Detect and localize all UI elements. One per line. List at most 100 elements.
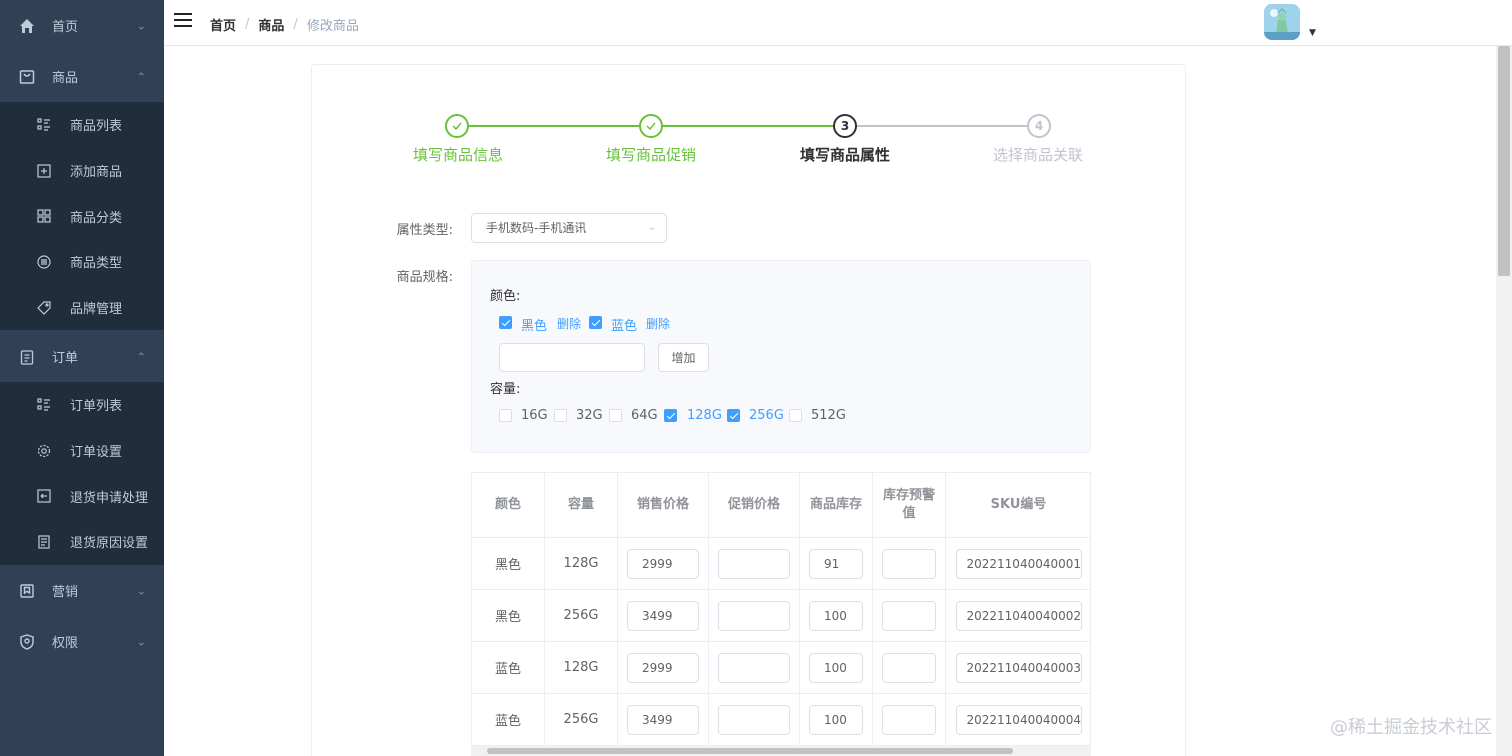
goods-submenu: 商品列表 添加商品 商品分类 商品类型 品牌管理 — [0, 102, 164, 331]
table-header-stock: 商品库存 — [800, 473, 873, 538]
watermark: @稀土掘金技术社区 — [1330, 717, 1492, 738]
avatar[interactable] — [1264, 4, 1300, 40]
sidebar: 首页 ⌄ 商品 ⌃ 商品列表 添加商品 商品分类 商品类型 品牌管理 订单 ⌃ … — [0, 0, 164, 756]
chevron-up-icon: ⌃ — [136, 350, 146, 363]
color-checkbox-black[interactable] — [499, 316, 512, 329]
breadcrumb-goods[interactable]: 商品 — [258, 15, 284, 34]
stock-warn-input[interactable] — [882, 704, 936, 735]
clipboard-icon — [18, 348, 36, 366]
sku-code-input[interactable]: 202211040040002 — [955, 600, 1082, 631]
sidebar-item-goods-type[interactable]: 商品类型 — [0, 239, 164, 285]
add-color-button[interactable]: 增加 — [658, 343, 709, 372]
sidebar-item-goods-category[interactable]: 商品分类 — [0, 193, 164, 239]
sidebar-item-label: 退货申请处理 — [70, 490, 149, 506]
stock-input[interactable]: 100 — [809, 600, 863, 631]
hamburger-icon[interactable] — [174, 13, 192, 29]
menu-goods-label: 商品 — [52, 71, 79, 86]
chevron-down-icon: ⌄ — [136, 19, 146, 32]
capacity-name[interactable]: 256G — [749, 408, 784, 423]
table-scrollbar[interactable] — [471, 746, 1091, 756]
menu-order-label: 订单 — [52, 351, 79, 366]
sidebar-item-order-list[interactable]: 订单列表 — [0, 382, 164, 428]
capacity-checkbox-64g[interactable] — [609, 409, 622, 422]
step-3-title: 填写商品属性 — [799, 146, 890, 164]
step-line-3 — [845, 125, 1038, 127]
menu-home[interactable]: 首页 ⌄ — [0, 0, 164, 51]
menu-permission-label: 权限 — [52, 636, 79, 651]
sku-code-input[interactable]: 202211040040003 — [955, 652, 1082, 683]
step-3-number: 3 — [833, 114, 857, 138]
promo-price-input[interactable] — [718, 652, 790, 683]
chevron-down-icon: ⌄ — [136, 584, 146, 597]
home-icon — [18, 17, 36, 35]
stock-warn-input[interactable] — [882, 548, 936, 579]
delete-black-link[interactable]: 删除 — [557, 315, 581, 332]
return-icon — [36, 488, 52, 504]
menu-home-label: 首页 — [52, 20, 79, 35]
promo-price-input[interactable] — [718, 600, 790, 631]
capacity-checkbox-512g[interactable] — [789, 409, 802, 422]
sku-table: 颜色 容量 销售价格 促销价格 商品库存 库存预警值 SKU编号 黑色 128G… — [471, 472, 1091, 746]
chevron-down-icon: ⌄ — [136, 635, 146, 648]
color-checkbox-blue[interactable] — [589, 316, 602, 329]
menu-permission[interactable]: 权限 ⌄ — [0, 616, 164, 667]
menu-marketing[interactable]: 营销 ⌄ — [0, 565, 164, 616]
color-name-black[interactable]: 黑色 — [521, 315, 547, 334]
sidebar-item-return-reason[interactable]: 退货原因设置 — [0, 519, 164, 565]
sidebar-item-order-settings[interactable]: 订单设置 — [0, 428, 164, 474]
breadcrumb-current: 修改商品 — [306, 19, 359, 34]
promo-price-input[interactable] — [718, 548, 790, 579]
capacity-name[interactable]: 16G — [521, 408, 548, 423]
attr-type-value: 手机数码-手机通讯 — [486, 221, 587, 235]
attr-type-select[interactable]: 手机数码-手机通讯 ⌄ — [471, 213, 667, 243]
capacity-checkbox-256g[interactable] — [727, 409, 740, 422]
caret-down-icon[interactable]: ▼ — [1309, 28, 1316, 38]
sidebar-item-label: 商品列表 — [70, 119, 123, 135]
breadcrumb-separator: / — [245, 17, 250, 32]
stock-input[interactable]: 100 — [809, 704, 863, 735]
capacity-name[interactable]: 128G — [687, 408, 722, 423]
sidebar-item-label: 退货原因设置 — [70, 536, 149, 552]
table-cell-color: 蓝色 — [472, 694, 545, 746]
sidebar-item-add-goods[interactable]: 添加商品 — [0, 148, 164, 194]
capacity-checkbox-32g[interactable] — [554, 409, 567, 422]
stock-warn-input[interactable] — [882, 600, 936, 631]
capacity-name[interactable]: 512G — [811, 408, 846, 423]
capacity-checkbox-16g[interactable] — [499, 409, 512, 422]
sku-code-input[interactable]: 202211040040004 — [955, 704, 1082, 735]
capacity-name[interactable]: 64G — [631, 408, 658, 423]
table-cell-color: 蓝色 — [472, 642, 545, 694]
spec-label: 商品规格: — [396, 270, 453, 285]
capacity-checkbox-128g[interactable] — [664, 409, 677, 422]
sidebar-item-label: 品牌管理 — [70, 302, 123, 318]
sidebar-item-return-apply[interactable]: 退货申请处理 — [0, 473, 164, 519]
menu-marketing-label: 营销 — [52, 585, 79, 600]
page-scrollbar[interactable] — [1496, 46, 1512, 756]
color-label: 颜色: — [490, 289, 521, 304]
capacity-name[interactable]: 32G — [576, 408, 603, 423]
breadcrumb-separator: / — [293, 17, 298, 32]
stock-input[interactable]: 91 — [809, 548, 863, 579]
stock-warn-input[interactable] — [882, 652, 936, 683]
table-header-color: 颜色 — [472, 473, 545, 538]
menu-circle-icon — [36, 254, 52, 270]
step-line-2 — [651, 125, 845, 127]
menu-order[interactable]: 订单 ⌃ — [0, 331, 164, 382]
delete-blue-link[interactable]: 删除 — [646, 315, 670, 332]
breadcrumb-home[interactable]: 首页 — [210, 15, 236, 34]
table-header-sku: SKU编号 — [946, 473, 1090, 538]
stock-input[interactable]: 100 — [809, 652, 863, 683]
new-color-input[interactable] — [499, 343, 645, 372]
sidebar-item-goods-list[interactable]: 商品列表 — [0, 102, 164, 148]
sidebar-item-brand[interactable]: 品牌管理 — [0, 285, 164, 331]
promo-price-input[interactable] — [718, 704, 790, 735]
list-icon — [36, 117, 52, 133]
sku-code-input[interactable]: 202211040040001 — [955, 548, 1082, 579]
attr-type-label: 属性类型: — [396, 223, 453, 238]
price-input[interactable]: 2999 — [627, 548, 699, 579]
price-input[interactable]: 3499 — [627, 600, 699, 631]
color-name-blue[interactable]: 蓝色 — [611, 315, 637, 334]
price-input[interactable]: 3499 — [627, 704, 699, 735]
price-input[interactable]: 2999 — [627, 652, 699, 683]
menu-goods[interactable]: 商品 ⌃ — [0, 51, 164, 102]
